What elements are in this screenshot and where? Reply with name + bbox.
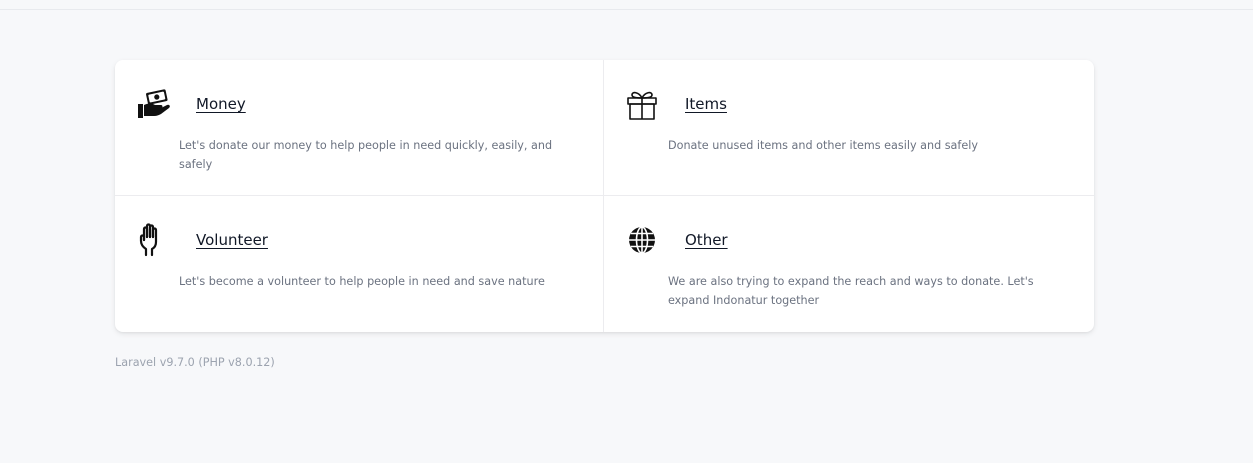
raised-hand-icon	[135, 222, 171, 258]
option-volunteer: Volunteer Let's become a volunteer to he…	[115, 196, 604, 332]
option-items: Items Donate unused items and other item…	[604, 60, 1094, 196]
items-link[interactable]: Items	[685, 95, 727, 113]
other-link[interactable]: Other	[685, 231, 728, 249]
option-other: Other We are also trying to expand the r…	[604, 196, 1094, 332]
donation-options-card: Money Let's donate our money to help peo…	[115, 60, 1094, 332]
volunteer-description: Let's become a volunteer to help people …	[179, 275, 545, 288]
money-link[interactable]: Money	[196, 95, 246, 113]
gift-icon	[624, 86, 660, 122]
volunteer-link[interactable]: Volunteer	[196, 231, 268, 249]
top-divider	[0, 9, 1253, 10]
option-money: Money Let's donate our money to help peo…	[115, 60, 604, 196]
version-footer: Laravel v9.7.0 (PHP v8.0.12)	[115, 356, 275, 369]
globe-icon	[624, 222, 660, 258]
other-description: We are also trying to expand the reach a…	[668, 275, 1034, 307]
money-description: Let's donate our money to help people in…	[179, 139, 553, 171]
page: Money Let's donate our money to help peo…	[0, 0, 1253, 463]
items-description: Donate unused items and other items easi…	[668, 139, 978, 152]
hand-money-icon	[135, 86, 171, 122]
